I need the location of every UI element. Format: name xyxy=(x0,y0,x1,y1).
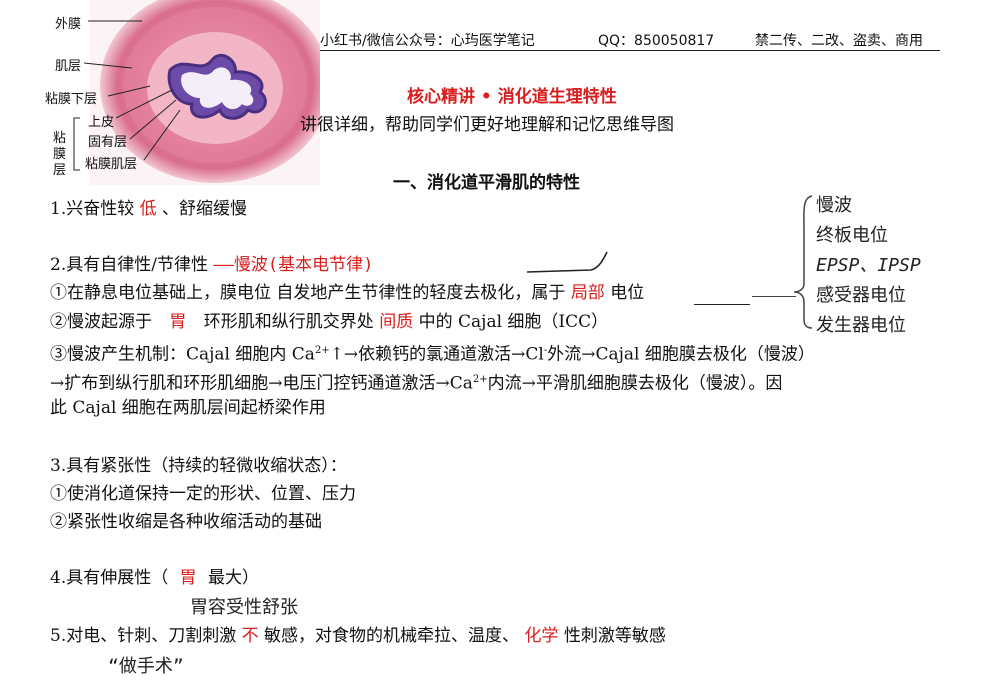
side-note-item-5: 发生器电位 xyxy=(816,315,906,336)
header-notice: 禁二传、二改、盗卖、商用 xyxy=(755,33,923,49)
point-2-l1-prefix: ①在静息电位基础上，膜电位 自发地产生节律性的轻度去极化，属于 xyxy=(50,283,571,303)
point-2-l1-suffix: 电位 xyxy=(604,283,645,303)
point-2-l2-mid: 环形肌和纵行肌交界处 xyxy=(198,312,380,332)
point-2-l3-b: ↑→依赖钙的氯通道激活→Cl xyxy=(329,344,544,365)
point-5-mid: 敏感，对食物的机械牵拉、温度、 xyxy=(258,626,525,646)
point-2-line-5: 此 Cajal 细胞在两肌层间起桥梁作用 xyxy=(50,398,326,418)
header-qq: QQ：850050817 xyxy=(598,33,715,49)
point-2-line-3: ③慢波产生机制：Cajal 细胞内 Ca2+↑→依赖钙的氯通道激活→Cl-外流→… xyxy=(50,340,815,366)
point-2-l4-sup: 2+ xyxy=(472,374,488,385)
point-2-l3-a: ③慢波产生机制：Cajal 细胞内 Ca xyxy=(50,344,315,365)
handwritten-check-stroke xyxy=(526,251,608,273)
point-4-blank: 胃 xyxy=(179,568,197,588)
point-3-title: 3.具有紧张性（持续的轻微收缩状态）： xyxy=(50,456,347,476)
side-note-item-2: 终板电位 xyxy=(816,225,888,246)
label-leader-lines xyxy=(73,20,181,171)
point-3-line-2: ②紧张性收缩是各种收缩活动的基础 xyxy=(50,512,322,532)
point-4-suffix: 最大） xyxy=(202,568,260,588)
point-1: 1.兴奋性较 低 、舒缩缓慢 xyxy=(50,198,247,220)
section-heading: 一、消化道平滑肌的特性 xyxy=(393,173,580,193)
point-5-blank-2: 化学 xyxy=(524,626,559,646)
header-source: 小红书/微信公众号：心玙医学笔记 xyxy=(320,33,535,49)
point-5-blank-1: 不 xyxy=(241,626,259,646)
point-2-l2-prefix: ②慢波起源于 xyxy=(50,312,158,332)
side-note-item-4: 感受器电位 xyxy=(816,285,906,306)
point-2-line-1: ①在静息电位基础上，膜电位 自发地产生节律性的轻度去极化，属于 局部 电位 xyxy=(50,282,644,304)
point-2-l2-blank-2: 间质 xyxy=(379,312,414,332)
page-title: 核心精讲 • 消化道生理特性 xyxy=(407,87,617,107)
point-4: 4.具有伸展性（ 胃 最大） xyxy=(50,567,259,589)
point-5: 5.对电、针刺、刀割刺激 不 敏感，对食物的机械牵拉、温度、 化学 性刺激等敏感 xyxy=(50,625,666,647)
point-3-line-1: ①使消化道保持一定的形状、位置、压力 xyxy=(50,484,356,504)
point-2-l2-suffix: 中的 Cajal 细胞（ICC） xyxy=(413,312,609,332)
point-2-l4-b: 内流→平滑肌细胞膜去极化（慢波）。因 xyxy=(487,373,783,394)
blank-underline-local xyxy=(694,304,750,305)
point-4-prefix: 4.具有伸展性（ xyxy=(50,568,174,588)
point-2-l2-blank-1: 胃 xyxy=(169,312,187,332)
point-1-prefix: 1.兴奋性较 xyxy=(50,199,140,219)
point-2-l1-blank: 局部 xyxy=(570,283,605,303)
point-2-l4-a: →扩布到纵行肌和环形肌细胞→电压门控钙通道激活→Ca xyxy=(50,373,473,394)
point-5-prefix: 5.对电、针刺、刀割刺激 xyxy=(50,626,242,646)
point-2-title: 2.具有自律性/节律性 ——慢波(基本电节律) xyxy=(50,254,373,276)
point-2-line-4: →扩布到纵行肌和环形肌细胞→电压门控钙通道激活→Ca2+内流→平滑肌细胞膜去极化… xyxy=(50,369,782,395)
point-1-suffix: 、舒缩缓慢 xyxy=(156,199,248,219)
side-note-item-3: EPSP、IPSP xyxy=(816,255,921,276)
header-bar: 小红书/微信公众号：心玙医学笔记 QQ：850050817 禁二传、二改、盗卖、… xyxy=(320,28,940,50)
point-5-handwritten-note: “做手术” xyxy=(108,656,184,677)
page-subtitle: 讲很详细，帮助同学们更好地理解和记忆思维导图 xyxy=(300,115,674,135)
side-note-connector xyxy=(752,296,796,297)
point-2-handwritten: ——慢波(基本电节律) xyxy=(213,255,374,275)
point-2-line-2: ②慢波起源于 胃 环形肌和纵行肌交界处 间质 中的 Cajal 细胞（ICC） xyxy=(50,311,608,333)
header-divider xyxy=(320,50,940,51)
point-2-prefix: 2.具有自律性/节律性 xyxy=(50,255,214,275)
side-note-item-1: 慢波 xyxy=(816,195,852,216)
point-1-blank: 低 xyxy=(139,199,157,219)
point-2-l3-sup-1: 2+ xyxy=(314,345,330,356)
point-5-suffix: 性刺激等敏感 xyxy=(558,626,666,646)
point-4-handwritten-note: 胃容受性舒张 xyxy=(190,597,298,618)
point-2-l3-c: 外流→Cajal 细胞膜去极化（慢波） xyxy=(547,344,815,365)
